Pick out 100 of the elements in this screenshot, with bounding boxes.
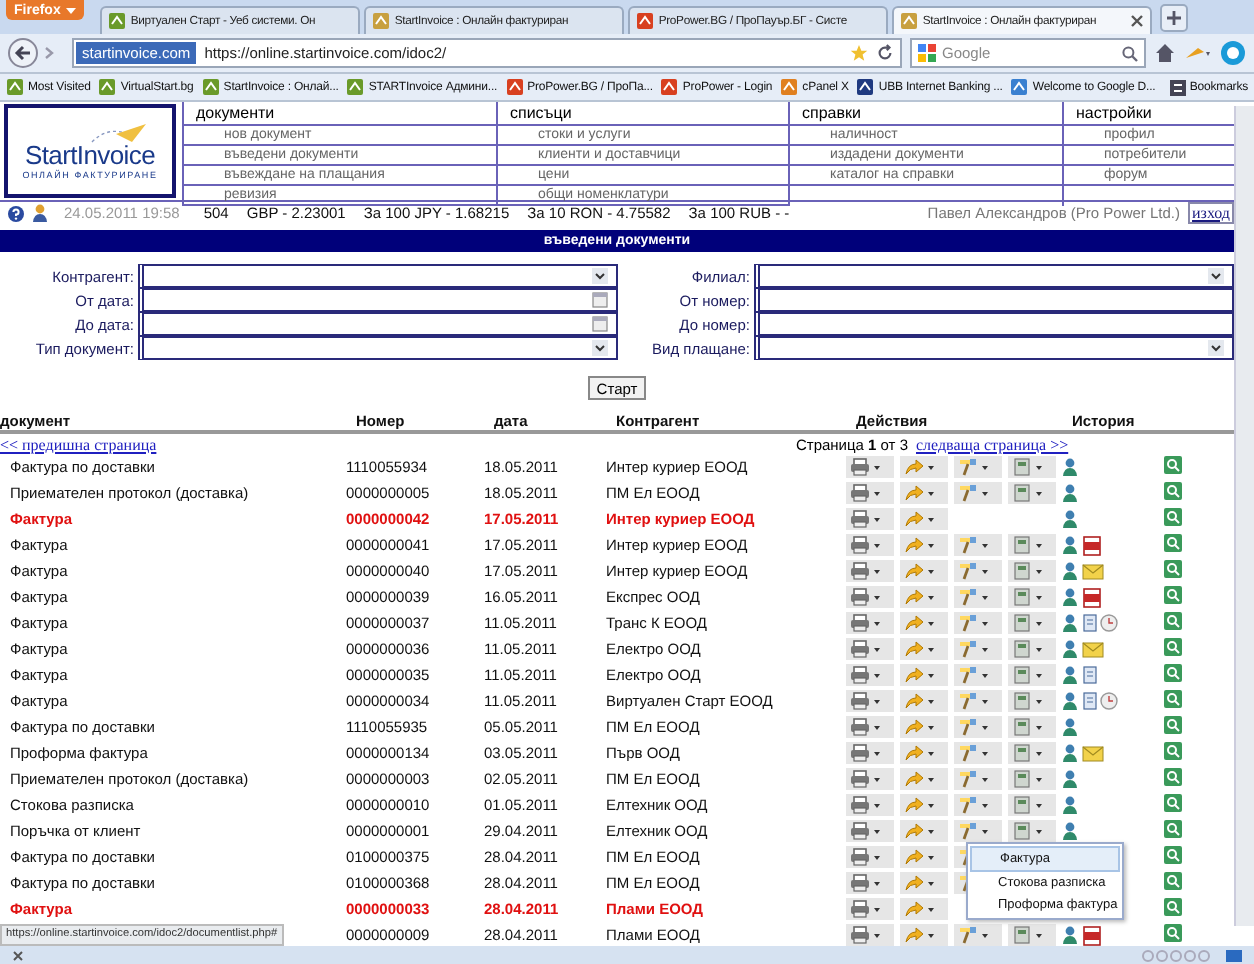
print-button[interactable]: [846, 820, 894, 842]
home-icon[interactable]: [1154, 42, 1176, 64]
edit-button[interactable]: [954, 794, 1002, 816]
view-icon[interactable]: [1164, 586, 1182, 604]
forward-button[interactable]: [900, 638, 948, 660]
view-icon[interactable]: [1164, 768, 1182, 786]
print-button[interactable]: [846, 586, 894, 608]
edit-button[interactable]: [954, 716, 1002, 738]
copy-button[interactable]: [1008, 820, 1056, 842]
copy-button[interactable]: [1008, 768, 1056, 790]
view-icon[interactable]: [1164, 794, 1182, 812]
view-icon[interactable]: [1164, 742, 1182, 760]
copy-button[interactable]: [1008, 586, 1056, 608]
forward-button[interactable]: [900, 742, 948, 764]
print-button[interactable]: [846, 664, 894, 686]
close-icon[interactable]: [12, 949, 24, 961]
previous-page-link[interactable]: << предишна страница: [0, 435, 606, 453]
forward-button[interactable]: [900, 508, 948, 530]
view-icon[interactable]: [1164, 482, 1182, 500]
forward-button[interactable]: [900, 586, 948, 608]
date-field[interactable]: [138, 312, 618, 336]
print-button[interactable]: [846, 742, 894, 764]
print-button[interactable]: [846, 794, 894, 816]
forward-button[interactable]: [900, 872, 948, 894]
forward-button[interactable]: [900, 898, 948, 920]
edit-button[interactable]: [954, 482, 1002, 504]
dropdown-field[interactable]: [138, 264, 618, 288]
view-icon[interactable]: [1164, 534, 1182, 552]
forward-button[interactable]: [900, 690, 948, 712]
edit-button[interactable]: [954, 768, 1002, 790]
forward-button[interactable]: [900, 482, 948, 504]
forward-button[interactable]: [900, 846, 948, 868]
copy-button[interactable]: [1008, 456, 1056, 478]
copy-button[interactable]: [1008, 690, 1056, 712]
forward-button[interactable]: [900, 456, 948, 478]
forward-button[interactable]: [900, 768, 948, 790]
forward-button[interactable]: [900, 924, 948, 946]
view-icon[interactable]: [1164, 898, 1182, 916]
copy-button[interactable]: [1008, 612, 1056, 634]
view-icon[interactable]: [1164, 456, 1182, 474]
input-field[interactable]: [754, 312, 1234, 336]
edit-button[interactable]: [954, 742, 1002, 764]
forward-button[interactable]: [900, 794, 948, 816]
user-icon[interactable]: [32, 204, 48, 222]
edit-button[interactable]: [954, 612, 1002, 634]
view-icon[interactable]: [1164, 612, 1182, 630]
copy-button[interactable]: [1008, 664, 1056, 686]
edit-button[interactable]: [954, 820, 1002, 842]
next-page-link[interactable]: следваща страница >>: [916, 435, 1234, 453]
print-button[interactable]: [846, 456, 894, 478]
input-field[interactable]: [754, 288, 1234, 312]
print-button[interactable]: [846, 534, 894, 556]
print-button[interactable]: [846, 508, 894, 530]
print-button[interactable]: [846, 716, 894, 738]
edit-button[interactable]: [954, 638, 1002, 660]
forward-button[interactable]: [900, 560, 948, 582]
edit-button[interactable]: [954, 586, 1002, 608]
view-icon[interactable]: [1164, 508, 1182, 526]
edit-button[interactable]: [954, 924, 1002, 946]
copy-button[interactable]: [1008, 560, 1056, 582]
print-button[interactable]: [846, 846, 894, 868]
scrollbar[interactable]: [1234, 106, 1254, 926]
edit-button[interactable]: [954, 664, 1002, 686]
logout-link[interactable]: изход: [1188, 202, 1234, 224]
edit-button[interactable]: [954, 456, 1002, 478]
print-button[interactable]: [846, 872, 894, 894]
view-icon[interactable]: [1164, 690, 1182, 708]
help-icon[interactable]: [8, 205, 24, 221]
edit-button[interactable]: [954, 560, 1002, 582]
reload-icon[interactable]: [876, 44, 894, 62]
date-field[interactable]: [138, 288, 618, 312]
copy-button[interactable]: [1008, 716, 1056, 738]
forward-button[interactable]: [900, 820, 948, 842]
copy-button[interactable]: [1008, 742, 1056, 764]
edit-button[interactable]: [954, 690, 1002, 712]
view-icon[interactable]: [1164, 924, 1182, 942]
search-engine-icon[interactable]: [918, 44, 936, 62]
print-button[interactable]: [846, 898, 894, 920]
new-tab-icon[interactable]: [1160, 4, 1189, 32]
edit-button[interactable]: [954, 534, 1002, 556]
dropdown-field[interactable]: [754, 264, 1234, 288]
copy-button[interactable]: [1008, 534, 1056, 556]
print-button[interactable]: [846, 690, 894, 712]
view-icon[interactable]: [1164, 664, 1182, 682]
dropdown-field[interactable]: [138, 336, 618, 360]
forward-button[interactable]: [900, 612, 948, 634]
view-icon[interactable]: [1164, 846, 1182, 864]
star-icon[interactable]: [850, 44, 868, 62]
print-button[interactable]: [846, 560, 894, 582]
print-button[interactable]: [846, 924, 894, 946]
view-icon[interactable]: [1164, 820, 1182, 838]
copy-button[interactable]: [1008, 482, 1056, 504]
copy-button[interactable]: [1008, 794, 1056, 816]
view-icon[interactable]: [1164, 560, 1182, 578]
view-icon[interactable]: [1164, 638, 1182, 656]
copy-button[interactable]: [1008, 924, 1056, 946]
forward-button[interactable]: [900, 664, 948, 686]
forward-button[interactable]: [900, 716, 948, 738]
view-icon[interactable]: [1164, 872, 1182, 890]
dropdown-field[interactable]: [754, 336, 1234, 360]
